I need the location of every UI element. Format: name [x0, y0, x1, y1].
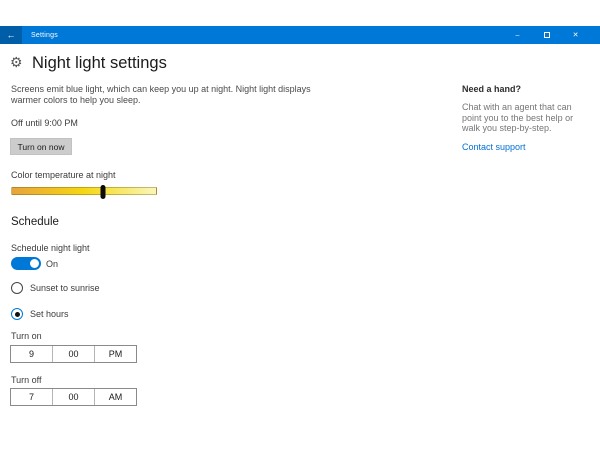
maximize-button[interactable] [532, 26, 561, 44]
toggle-knob [30, 259, 39, 268]
close-button[interactable]: ✕ [561, 26, 590, 44]
schedule-toggle[interactable] [11, 257, 41, 270]
back-button[interactable]: ← [0, 26, 22, 44]
turn-off-minute-field[interactable]: 00 [52, 389, 94, 405]
radio-label: Sunset to sunrise [30, 283, 100, 293]
color-temperature-slider[interactable] [11, 184, 157, 199]
contact-support-link[interactable]: Contact support [462, 142, 584, 152]
help-title: Need a hand? [462, 84, 522, 94]
page-title: Night light settings [32, 54, 167, 72]
slider-thumb[interactable] [100, 184, 106, 199]
titlebar: ← Settings – ✕ [0, 26, 600, 44]
turn-off-period-field[interactable]: AM [94, 389, 136, 405]
help-panel: Need a hand? Chat with an agent that can… [462, 84, 584, 152]
status-text: Off until 9:00 PM [11, 118, 78, 128]
minimize-button[interactable]: – [503, 26, 532, 44]
window-controls: – ✕ [503, 26, 600, 44]
turn-on-time-picker: 9 00 PM [10, 345, 137, 363]
turn-on-label: Turn on [11, 331, 42, 341]
maximize-icon [543, 32, 550, 38]
window-title: Settings [31, 31, 58, 39]
schedule-toggle-label: Schedule night light [11, 243, 90, 253]
help-body: Chat with an agent that can point you to… [462, 102, 574, 133]
back-arrow-icon: ← [6, 30, 16, 40]
settings-window: ← Settings – ✕ ⚙ Night light settings Sc… [0, 0, 600, 450]
turn-on-hour-field[interactable]: 9 [11, 346, 52, 362]
toggle-state-label: On [46, 259, 59, 269]
radio-circle [11, 282, 23, 294]
schedule-heading: Schedule [11, 216, 59, 228]
slider-label: Color temperature at night [11, 170, 116, 180]
gear-icon: ⚙ [10, 54, 23, 70]
close-icon: ✕ [572, 32, 579, 39]
turn-off-label: Turn off [11, 375, 42, 385]
minimize-icon: – [515, 31, 520, 39]
radio-dot [14, 311, 20, 317]
radio-label: Set hours [30, 309, 69, 319]
turn-on-period-field[interactable]: PM [94, 346, 136, 362]
turn-off-hour-field[interactable]: 7 [11, 389, 52, 405]
turn-on-now-button[interactable]: Turn on now [10, 138, 72, 155]
radio-circle [11, 308, 23, 320]
turn-on-minute-field[interactable]: 00 [52, 346, 94, 362]
radio-sunset-to-sunrise[interactable]: Sunset to sunrise [11, 282, 100, 294]
description-text: Screens emit blue light, which can keep … [11, 84, 311, 105]
radio-set-hours[interactable]: Set hours [11, 308, 69, 320]
turn-off-time-picker: 7 00 AM [10, 388, 137, 406]
